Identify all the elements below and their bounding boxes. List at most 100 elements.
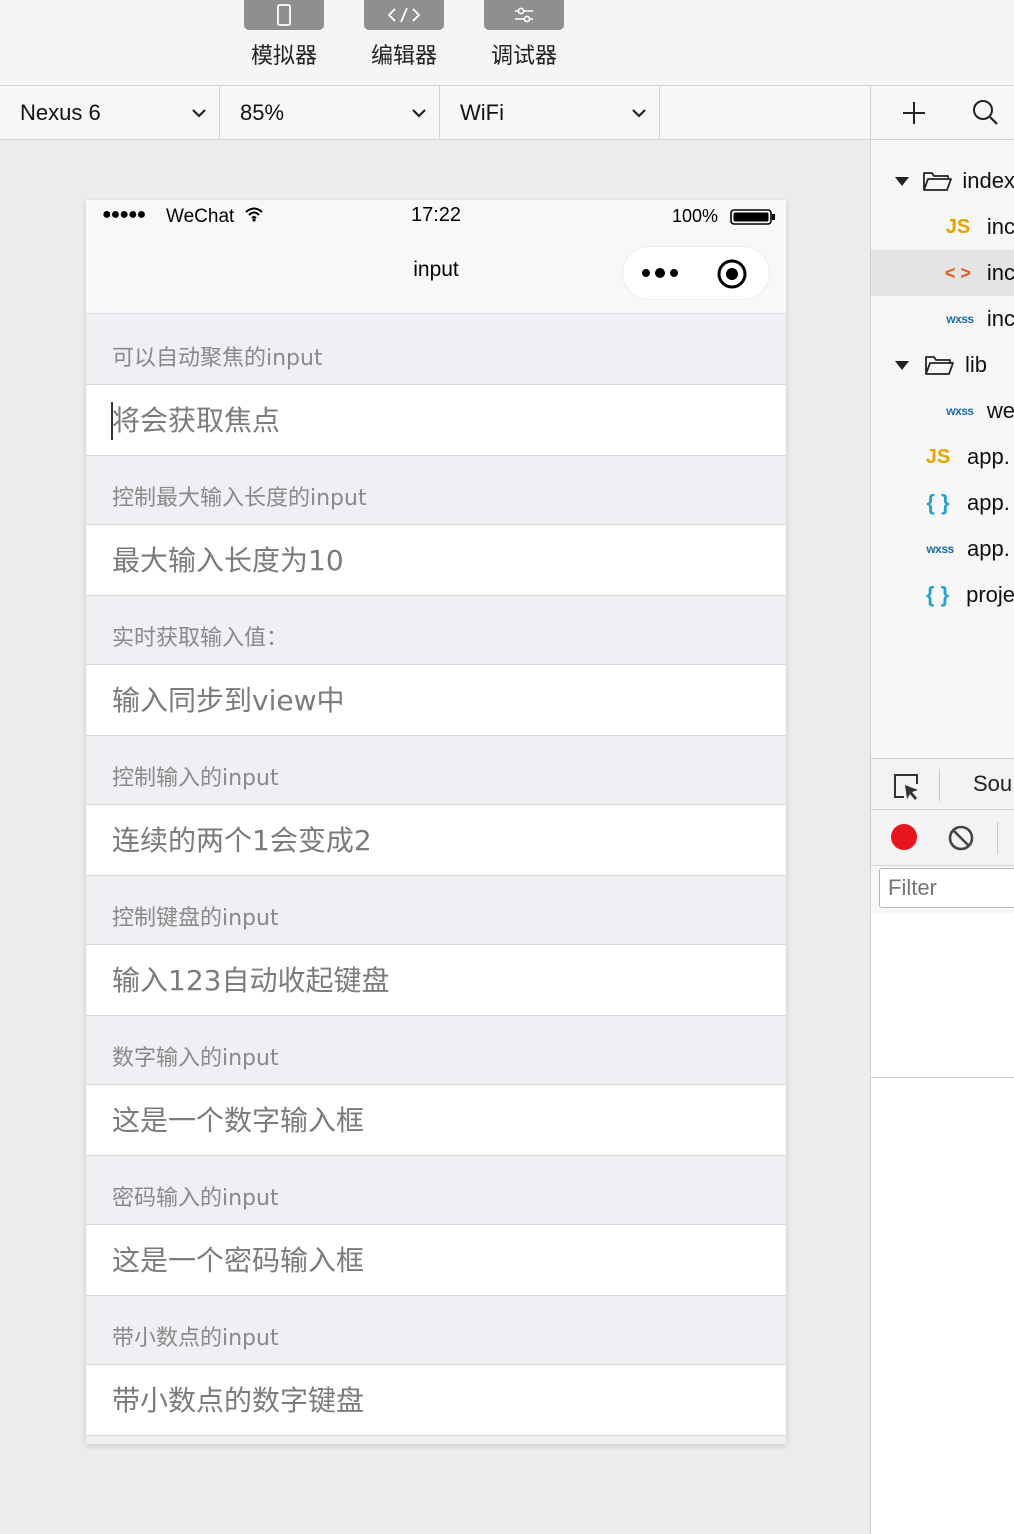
console-area [871,914,1014,1078]
file-label: inc [986,306,1014,331]
keyboard-input-field[interactable] [86,944,786,1016]
password-input[interactable] [112,1243,712,1277]
phone-simulator: ●●●●● WeChat 17:22 100% input 可以自动聚焦的inp… [86,200,786,1444]
section-header: 可以自动聚焦的input [112,346,323,371]
maxlength-input-field[interactable] [86,524,786,596]
number-input-field[interactable] [86,1084,786,1156]
digit-input-field[interactable] [86,1364,786,1436]
file-label: app. [967,536,1010,561]
realtime-input[interactable] [112,683,712,717]
battery-icon [730,208,776,232]
file-label: inc [986,214,1014,239]
file-project-json[interactable]: { } proje [871,572,1014,618]
js-icon: JS [925,445,951,468]
folder-lib[interactable]: lib [871,342,1014,388]
search-icon[interactable] [971,98,999,131]
triangle-down-icon[interactable] [893,360,911,370]
file-index-wxml[interactable]: < > inc [871,250,1014,296]
file-label: app. [967,444,1010,469]
wxml-icon: < > [944,262,971,283]
file-label: index [962,168,1014,193]
debugger-label: 调试器 [490,44,557,69]
password-input-field[interactable] [86,1224,786,1296]
add-file-icon[interactable] [901,100,927,131]
console-toolbar [871,810,1014,866]
simulator-label: 模拟器 [250,44,317,69]
divider [939,769,940,801]
text-caret [111,402,113,440]
file-index-wxss[interactable]: wxss inc [871,296,1014,342]
clear-icon[interactable] [947,824,975,857]
more-icon[interactable] [641,264,679,287]
section-header: 控制键盘的input [112,906,279,931]
record-icon[interactable] [891,824,917,850]
file-app-json[interactable]: { } app. [871,480,1014,526]
maxlength-input[interactable] [112,543,712,577]
file-label: proje [966,582,1014,607]
wxss-icon: wxss [946,404,974,418]
folder-icon [922,170,953,192]
js-icon: JS [945,215,971,238]
nav-bar: input [86,236,786,314]
autofocus-input-field[interactable] [86,384,786,456]
editor-label: 编辑器 [370,44,437,69]
file-index-js[interactable]: JS inc [871,204,1014,250]
sliders-icon[interactable] [484,0,564,30]
right-panel: index JS inc < > inc wxss inc lib wxss w… [870,86,1014,1534]
status-bar: ●●●●● WeChat 17:22 100% [86,200,786,236]
filter-input[interactable] [879,868,1014,908]
file-label: app. [967,490,1010,515]
controlled-input-field[interactable] [86,804,786,876]
debugger-tool[interactable]: 调试器 [484,0,564,70]
zoom-select[interactable]: 85% [220,86,440,139]
file-tree-toolbar [871,86,1014,140]
device-select-value: Nexus 6 [20,99,101,125]
realtime-input-field[interactable] [86,664,786,736]
inspect-element-icon[interactable] [891,771,921,806]
chevron-down-icon [619,108,659,118]
code-icon[interactable] [364,0,444,30]
file-label: lib [965,352,988,377]
console-output [871,1079,1014,1534]
simulator-tool[interactable]: 模拟器 [244,0,324,70]
file-app-js[interactable]: JS app. [871,434,1014,480]
number-input[interactable] [112,1103,712,1137]
divider [997,822,998,854]
digit-input[interactable] [112,1383,712,1417]
close-target-icon[interactable] [717,259,747,294]
wxss-icon: wxss [926,542,954,556]
network-select[interactable]: WiFi [440,86,660,139]
battery-label: 100% [672,206,719,226]
section-header: 数字输入的input [112,1046,279,1071]
tab-sources[interactable]: Sou [973,771,1012,797]
keyboard-input[interactable] [112,963,712,997]
controlled-input[interactable] [112,823,712,857]
json-icon: { } [925,582,950,607]
top-toolbar: 模拟器 编辑器 调试器 [0,0,1014,86]
section-header: 控制最大输入长度的input [112,486,367,511]
device-select[interactable]: Nexus 6 [0,86,220,139]
file-tree: index JS inc < > inc wxss inc lib wxss w… [871,140,1014,758]
autofocus-input[interactable] [112,403,712,437]
capsule-menu [622,246,770,300]
triangle-down-icon[interactable] [893,176,910,186]
section-header: 控制输入的input [112,766,279,791]
chevron-down-icon [179,108,219,118]
folder-icon [923,354,955,376]
file-lib-wxss[interactable]: wxss we [871,388,1014,434]
editor-tool[interactable]: 编辑器 [364,0,444,70]
phone-icon[interactable] [244,0,324,30]
section-header: 实时获取输入值： [112,626,289,651]
network-select-value: WiFi [460,99,504,125]
chevron-down-icon [399,108,439,118]
section-header: 密码输入的input [112,1186,279,1211]
file-label: inc [986,260,1014,285]
device-bar: Nexus 6 85% WiFi [0,86,870,140]
folder-index[interactable]: index [871,158,1014,204]
zoom-select-value: 85% [240,99,285,125]
file-app-wxss[interactable]: wxss app. [871,526,1014,572]
section-header: 带小数点的input [112,1326,279,1351]
json-icon: { } [926,490,950,515]
wxss-icon: wxss [946,312,974,326]
file-label: we [986,398,1014,423]
